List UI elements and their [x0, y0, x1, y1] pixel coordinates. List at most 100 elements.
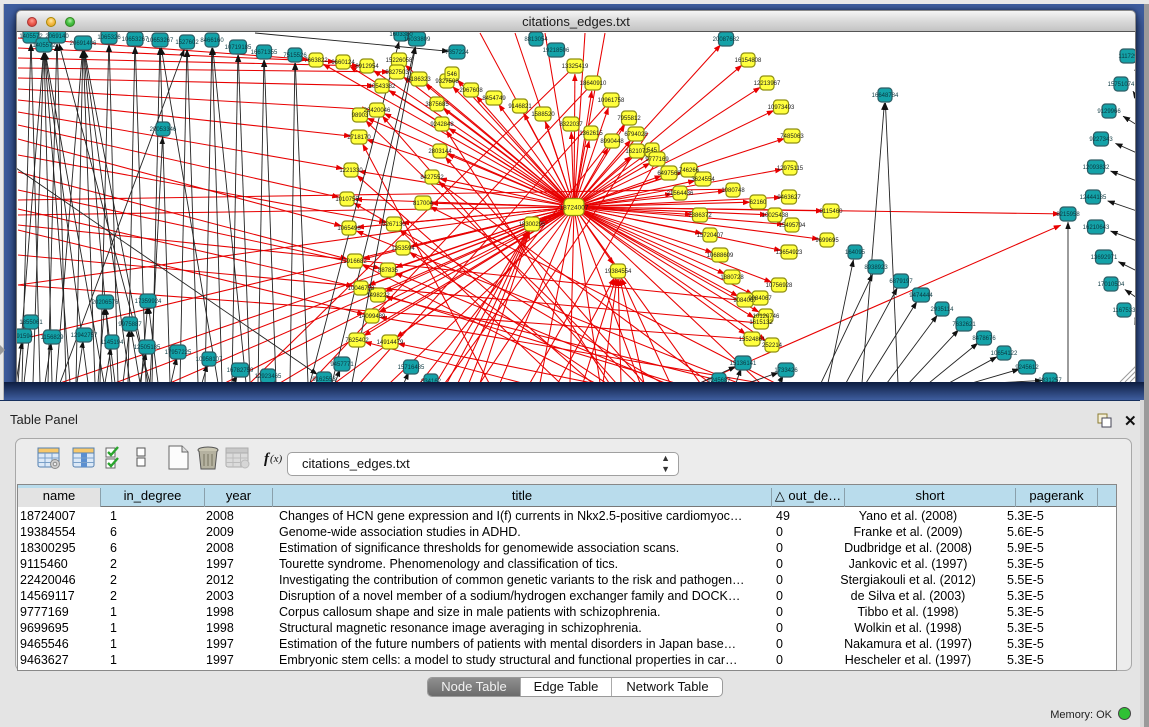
svg-text:9699695: 9699695	[815, 238, 839, 244]
svg-text:12505185: 12505185	[134, 345, 161, 351]
svg-text:9327508: 9327508	[435, 79, 459, 85]
svg-text:817004: 817004	[413, 201, 434, 207]
svg-text:1010755: 1010755	[335, 197, 359, 203]
svg-text:6879197: 6879197	[889, 279, 913, 285]
svg-text:10961758: 10961758	[598, 98, 625, 104]
svg-text:2718170: 2718170	[347, 135, 371, 141]
svg-text:20691406: 20691406	[70, 41, 97, 47]
svg-text:19218506: 19218506	[543, 48, 570, 54]
svg-text:12093832: 12093832	[1083, 165, 1110, 171]
svg-text:10756928: 10756928	[766, 283, 793, 289]
svg-text:9457771: 9457771	[330, 362, 354, 368]
svg-text:20053346: 20053346	[150, 127, 177, 133]
svg-text:8466160: 8466160	[200, 38, 224, 44]
svg-text:3267130: 3267130	[382, 222, 406, 228]
svg-text:16154808: 16154808	[735, 58, 762, 64]
svg-text:8813054: 8813054	[524, 37, 548, 43]
svg-text:8478676: 8478676	[972, 336, 996, 342]
svg-text:10653267: 10653267	[147, 38, 174, 44]
svg-text:16782759: 16782759	[227, 368, 254, 374]
svg-text:9242848: 9242848	[430, 122, 454, 128]
svg-text:10719185: 10719185	[225, 45, 252, 51]
svg-text:1353594: 1353594	[391, 246, 415, 252]
svg-text:2935114: 2935114	[931, 307, 955, 313]
svg-text:1405572: 1405572	[32, 43, 56, 49]
svg-text:6497568: 6497568	[657, 171, 681, 177]
svg-text:746266: 746266	[679, 168, 700, 174]
svg-text:15751074: 15751074	[1108, 82, 1135, 88]
svg-text:546: 546	[447, 72, 458, 78]
svg-text:9777169: 9777169	[645, 157, 669, 163]
svg-text:10543382: 10543382	[369, 84, 396, 90]
svg-text:1498222: 1498222	[366, 293, 390, 299]
svg-text:7485063: 7485063	[780, 134, 804, 140]
svg-text:17359924: 17359924	[135, 299, 162, 305]
svg-text:1221330: 1221330	[339, 168, 363, 174]
svg-text:9227343: 9227343	[1089, 137, 1113, 143]
svg-text:18724007: 18724007	[560, 205, 589, 212]
svg-text:15716485: 15716485	[398, 365, 425, 371]
svg-text:13692971: 13692971	[1091, 255, 1118, 261]
svg-text:1527602: 1527602	[175, 40, 199, 46]
svg-text:7632621: 7632621	[952, 322, 976, 328]
svg-text:7357224: 7357224	[445, 50, 469, 56]
svg-text:9245612: 9245612	[1015, 365, 1039, 371]
svg-text:1733426: 1733426	[774, 368, 798, 374]
svg-text:14099489: 14099489	[359, 314, 386, 320]
svg-text:12942757: 12942757	[71, 333, 98, 339]
svg-text:62160: 62160	[750, 200, 767, 206]
svg-text:9084067: 9084067	[733, 298, 757, 304]
svg-text:9115460: 9115460	[820, 209, 844, 215]
svg-text:1065498: 1065498	[337, 226, 361, 232]
svg-text:8990448: 8990448	[600, 139, 624, 145]
svg-text:7663822: 7663822	[304, 58, 328, 64]
svg-text:1916682: 1916682	[343, 259, 367, 265]
svg-text:1145194: 1145194	[101, 340, 125, 346]
svg-text:21564436: 21564436	[667, 191, 694, 197]
svg-text:19384554: 19384554	[605, 269, 632, 275]
svg-text:887835: 887835	[378, 268, 399, 274]
svg-text:111729: 111729	[1118, 54, 1135, 60]
svg-text:98903: 98903	[352, 113, 369, 119]
svg-text:12213967: 12213967	[754, 81, 781, 87]
svg-text:16648784: 16648784	[872, 93, 899, 99]
svg-text:2803144: 2803144	[428, 149, 452, 155]
svg-text:1065326: 1065326	[97, 35, 121, 41]
svg-text:1080748: 1080748	[721, 188, 745, 194]
svg-text:(x): (x)	[270, 453, 283, 465]
svg-text:15226058: 15226058	[386, 58, 413, 64]
svg-text:16210643: 16210643	[1083, 225, 1110, 231]
svg-text:2967608: 2967608	[459, 88, 483, 94]
svg-text:10046798: 10046798	[348, 286, 375, 292]
svg-text:8912954: 8912954	[355, 64, 379, 70]
svg-text:10025438: 10025438	[762, 213, 789, 219]
svg-text:7386372: 7386372	[688, 213, 712, 219]
svg-text:15720407: 15720407	[697, 233, 724, 239]
svg-text:8938923: 8938923	[864, 265, 888, 271]
svg-text:1615132: 1615132	[749, 320, 773, 326]
svg-text:8322037: 8322037	[559, 122, 583, 128]
svg-text:8454749: 8454749	[482, 96, 506, 102]
svg-text:18640910: 18640910	[580, 81, 607, 87]
svg-text:20206576: 20206576	[92, 300, 119, 306]
svg-text:12444185: 12444185	[1080, 195, 1107, 201]
svg-text:16033809: 16033809	[404, 37, 431, 43]
svg-text:9463627: 9463627	[777, 195, 801, 201]
svg-text:1855061: 1855061	[19, 320, 43, 326]
svg-text:13325419: 13325419	[562, 64, 589, 70]
svg-text:9129966: 9129966	[1097, 109, 1121, 115]
svg-text:10688609: 10688609	[707, 253, 734, 259]
svg-text:6794028: 6794028	[624, 132, 648, 138]
svg-text:7955812: 7955812	[617, 116, 641, 122]
svg-text:1880728: 1880728	[720, 275, 744, 281]
svg-text:8427552: 8427552	[420, 175, 444, 181]
svg-text:20087682: 20087682	[713, 37, 740, 43]
svg-text:164095: 164095	[845, 250, 866, 256]
svg-text:10973493: 10973493	[768, 105, 795, 111]
svg-text:14914479: 14914479	[377, 340, 404, 346]
svg-text:3875685: 3875685	[425, 102, 449, 108]
svg-text:9474444: 9474444	[909, 293, 933, 299]
svg-text:15136141: 15136141	[730, 361, 757, 367]
svg-text:9327503: 9327503	[385, 70, 409, 76]
svg-text:1621072: 1621072	[625, 149, 649, 155]
